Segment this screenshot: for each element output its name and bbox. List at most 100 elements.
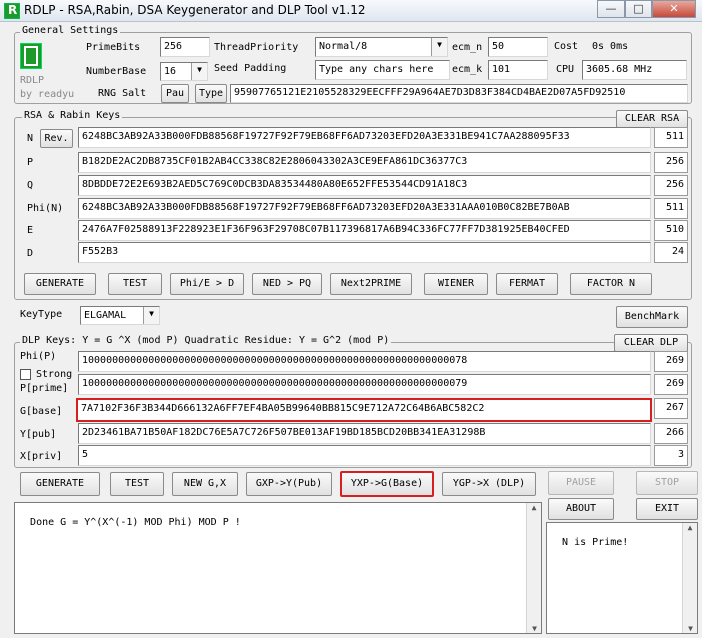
status-scrollbar[interactable]: ▲ ▼	[682, 523, 697, 633]
clear-rsa-button[interactable]: CLEAR RSA	[616, 110, 688, 128]
scroll-up-icon[interactable]: ▲	[527, 503, 541, 512]
rsa-phi-count: 511	[654, 198, 688, 219]
rngsalt-label: RNG Salt	[98, 88, 147, 99]
scroll-up-icon[interactable]: ▲	[683, 523, 697, 532]
rsa-generate-button[interactable]: GENERATE	[24, 273, 96, 295]
rsa-label-p: P	[27, 157, 34, 168]
chevron-down-icon: ▼	[431, 38, 447, 56]
rsa-d-value[interactable]: F552B3	[78, 242, 651, 263]
phi-e-d-button[interactable]: Phi/E > D	[170, 273, 244, 295]
cpu-value: 3605.68 MHz	[582, 60, 687, 80]
dlp-y-value[interactable]: 2D23461BA71B50AF182DC76E5A7C726F507BE013…	[78, 423, 651, 444]
logo-mark	[24, 46, 38, 66]
maximize-button[interactable]: □	[625, 0, 652, 18]
logo-author: by readyu	[20, 89, 75, 100]
rdlp-logo	[20, 43, 42, 69]
primebits-input[interactable]: 256	[160, 37, 210, 57]
numberbase-select[interactable]: 16 ▼	[160, 62, 208, 81]
rsa-p-count: 256	[654, 152, 688, 173]
log-scrollbar[interactable]: ▲ ▼	[526, 503, 541, 633]
new-gx-button[interactable]: NEW G,X	[172, 472, 238, 496]
stop-button[interactable]: STOP	[636, 471, 698, 495]
thread-priority-value: Normal/8	[319, 41, 368, 52]
next2prime-button[interactable]: Next2PRIME	[330, 273, 412, 295]
logo-text: RDLP	[20, 75, 45, 86]
pause-button[interactable]: PAUSE	[548, 471, 614, 495]
dlp-p-count: 269	[654, 374, 688, 395]
ecm-n-input[interactable]: 50	[488, 37, 548, 57]
rsa-label-e: E	[27, 225, 34, 236]
dlp-test-button[interactable]: TEST	[110, 472, 164, 496]
yxp-g-button[interactable]: YXP->G(Base)	[340, 471, 434, 497]
rsa-label-n: N	[27, 133, 34, 144]
cost-label: Cost	[554, 41, 579, 52]
close-button[interactable]: ✕	[652, 0, 696, 18]
keytype-label: KeyType	[20, 309, 63, 320]
rng-salt-input[interactable]: 95907765121E2105528329EECFFF29A964AE7D3D…	[230, 84, 688, 103]
clear-dlp-button[interactable]: CLEAR DLP	[614, 334, 688, 352]
dlp-group-title: DLP Keys: Y = G ^X (mod P) Quadratic Res…	[20, 335, 392, 346]
dlp-g-value[interactable]: 7A7102F36F3B344D666132A6FF7EF4BA05B99640…	[76, 398, 652, 422]
dlp-generate-button[interactable]: GENERATE	[20, 472, 100, 496]
gxp-y-button[interactable]: GXP->Y(Pub)	[246, 472, 332, 496]
strong-label: Strong	[36, 369, 73, 380]
log-text: Done G = Y^(X^(-1) MOD Phi) MOD P !	[30, 517, 241, 528]
dlp-p-value[interactable]: 1000000000000000000000000000000000000000…	[78, 374, 651, 395]
minimize-button[interactable]: —	[597, 0, 625, 18]
rsa-label-phi: Phi(N)	[27, 203, 64, 214]
keytype-select[interactable]: ELGAMAL ▼	[80, 306, 160, 325]
about-button[interactable]: ABOUT	[548, 498, 614, 520]
rsa-label-q: Q	[27, 180, 34, 191]
scroll-down-icon[interactable]: ▼	[683, 624, 698, 633]
thread-priority-select[interactable]: Normal/8 ▼	[315, 37, 448, 57]
cpu-label: CPU	[556, 64, 575, 75]
rsa-q-value[interactable]: 8DBDDE72E2E693B2AED5C769C0DCB3DA83534480…	[78, 175, 651, 196]
dlp-y-count: 266	[654, 423, 688, 444]
dlp-phi-value[interactable]: 1000000000000000000000000000000000000000…	[78, 351, 651, 372]
rsa-p-value[interactable]: B182DE2AC2DB8735CF01B2AB4CC338C82E280604…	[78, 152, 651, 173]
dlp-phi-count: 269	[654, 351, 688, 372]
app-icon	[4, 3, 20, 19]
exit-button[interactable]: EXIT	[636, 498, 698, 520]
wiener-button[interactable]: WIENER	[424, 273, 488, 295]
rsa-e-value[interactable]: 2476A7F02588913F228923E1F36F963F29708C07…	[78, 220, 651, 241]
rsa-n-count: 511	[654, 127, 688, 148]
rsa-label-d: D	[27, 248, 34, 259]
rsa-group-title: RSA & Rabin Keys	[22, 110, 123, 121]
ned-pq-button[interactable]: NED > PQ	[252, 273, 322, 295]
dlp-x-count: 3	[654, 445, 688, 466]
log-output[interactable]: Done G = Y^(X^(-1) MOD Phi) MOD P !	[14, 502, 542, 634]
dlp-label-y: Y[pub]	[20, 429, 57, 440]
rsa-d-count: 24	[654, 242, 688, 263]
type-button[interactable]: Type	[195, 84, 227, 103]
rev-button[interactable]: Rev.	[40, 129, 73, 148]
factor-n-button[interactable]: FACTOR N	[570, 273, 652, 295]
keytype-value: ELGAMAL	[84, 310, 127, 321]
seed-padding-input[interactable]: Type any chars here	[315, 60, 450, 80]
general-settings-title: General Settings	[20, 25, 121, 36]
dlp-x-value[interactable]: 5	[78, 445, 651, 466]
pau-button[interactable]: Pau	[161, 84, 189, 103]
fermat-button[interactable]: FERMAT	[496, 273, 558, 295]
thread-priority-label: ThreadPriority	[214, 42, 299, 53]
numberbase-label: NumberBase	[86, 66, 147, 77]
scroll-down-icon[interactable]: ▼	[527, 624, 542, 633]
ygp-x-button[interactable]: YGP->X (DLP)	[442, 472, 536, 496]
rsa-phi-value[interactable]: 6248BC3AB92A33B000FDB88568F19727F92F79EB…	[78, 198, 651, 219]
numberbase-value: 16	[164, 66, 177, 77]
dlp-label-p: P[prime]	[20, 383, 69, 394]
rsa-n-value[interactable]: 6248BC3AB92A33B000FDB88568F19727F92F79EB…	[78, 127, 651, 148]
chevron-down-icon: ▼	[191, 63, 207, 80]
status-output[interactable]: N is Prime!	[546, 522, 698, 634]
rsa-test-button[interactable]: TEST	[108, 273, 162, 295]
benchmark-button[interactable]: BenchMark	[616, 306, 688, 328]
dlp-label-phi: Phi(P)	[20, 351, 57, 362]
seed-padding-label: Seed Padding	[214, 63, 287, 74]
strong-checkbox[interactable]	[20, 369, 31, 380]
dlp-label-g: G[base]	[20, 406, 63, 417]
cost-value: 0s 0ms	[592, 41, 629, 52]
primebits-label: PrimeBits	[86, 42, 141, 53]
ecm-k-label: ecm_k	[452, 64, 483, 75]
ecm-k-input[interactable]: 101	[488, 60, 548, 80]
window-title: RDLP - RSA,Rabin, DSA Keygenerator and D…	[24, 3, 366, 17]
